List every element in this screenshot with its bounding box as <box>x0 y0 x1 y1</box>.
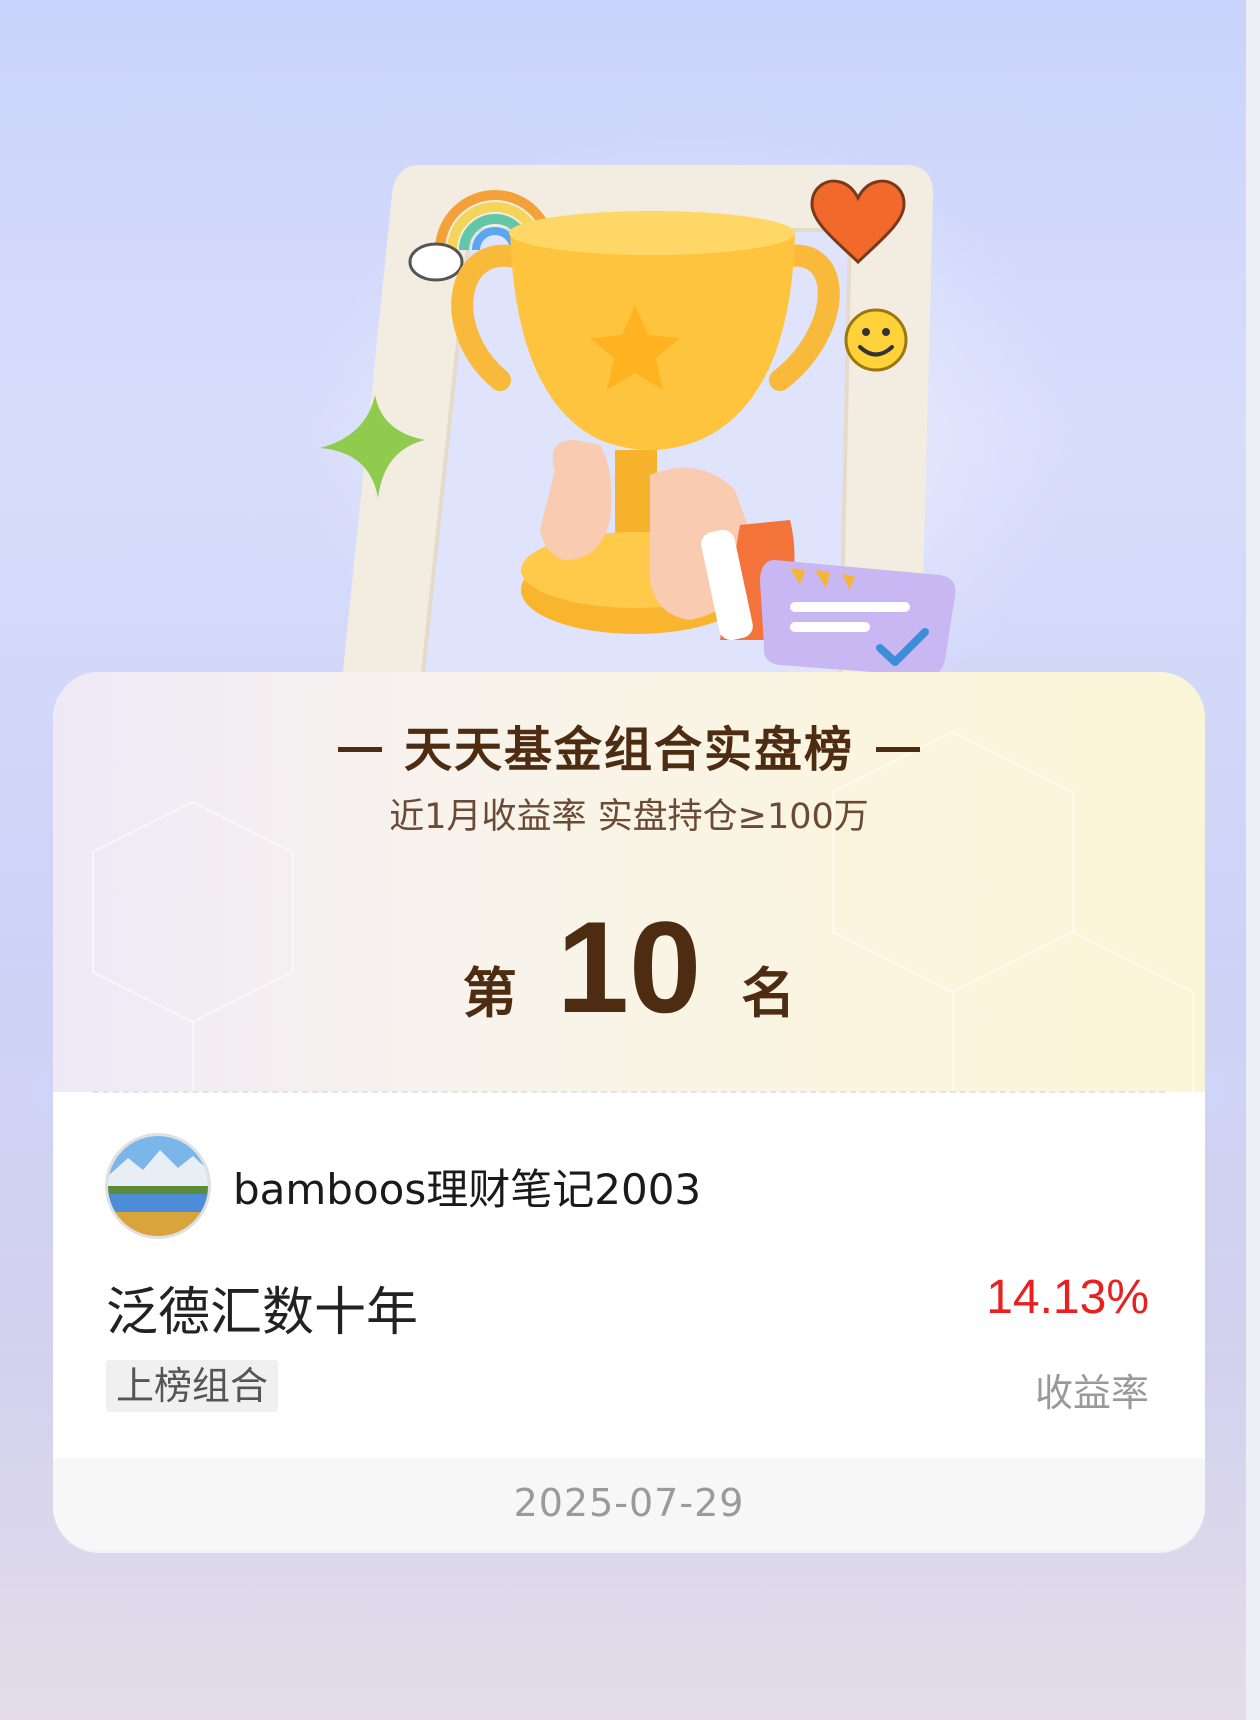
ranking-card: 天天基金组合实盘榜 近1月收益率 实盘持仓≥100万 第 10 名 bamboos理… <box>53 672 1205 1551</box>
return-rate-value: 14.13% <box>986 1271 1149 1324</box>
ranking-card-header: 天天基金组合实盘榜 近1月收益率 实盘持仓≥100万 第 10 名 <box>53 672 1205 1092</box>
rank-prefix: 第 <box>462 962 517 1025</box>
date-footer: 2025-07-29 <box>53 1458 1205 1551</box>
rank-display: 第 10 名 <box>53 892 1205 1042</box>
fund-tag-badge: 上榜组合 <box>106 1360 279 1412</box>
dashed-divider <box>93 1091 1165 1093</box>
trophy-hero-illustration <box>320 165 956 700</box>
leaderboard-subtitle: 近1月收益率 实盘持仓≥100万 <box>389 797 869 837</box>
title-dash-right <box>876 746 920 752</box>
leaderboard-title: 天天基金组合实盘榜 <box>53 710 1205 780</box>
username[interactable]: bamboos理财笔记2003 <box>233 1156 701 1217</box>
rating-card-icon <box>760 560 956 676</box>
rank-suffix: 名 <box>741 962 796 1025</box>
rank-number: 10 <box>556 894 702 1040</box>
smiley-icon <box>844 308 908 372</box>
right-edge-strip <box>1246 0 1260 1720</box>
return-rate-label: 收益率 <box>1034 1371 1149 1415</box>
user-row[interactable]: bamboos理财笔记2003 <box>105 1132 701 1240</box>
avatar[interactable] <box>105 1133 211 1239</box>
ranking-date: 2025-07-29 <box>513 1481 745 1525</box>
fund-name[interactable]: 泛德汇数十年 <box>106 1270 418 1345</box>
leaderboard-title-text: 天天基金组合实盘榜 <box>403 722 854 778</box>
avatar-landscape-image <box>108 1136 208 1236</box>
title-dash-left <box>337 746 382 752</box>
